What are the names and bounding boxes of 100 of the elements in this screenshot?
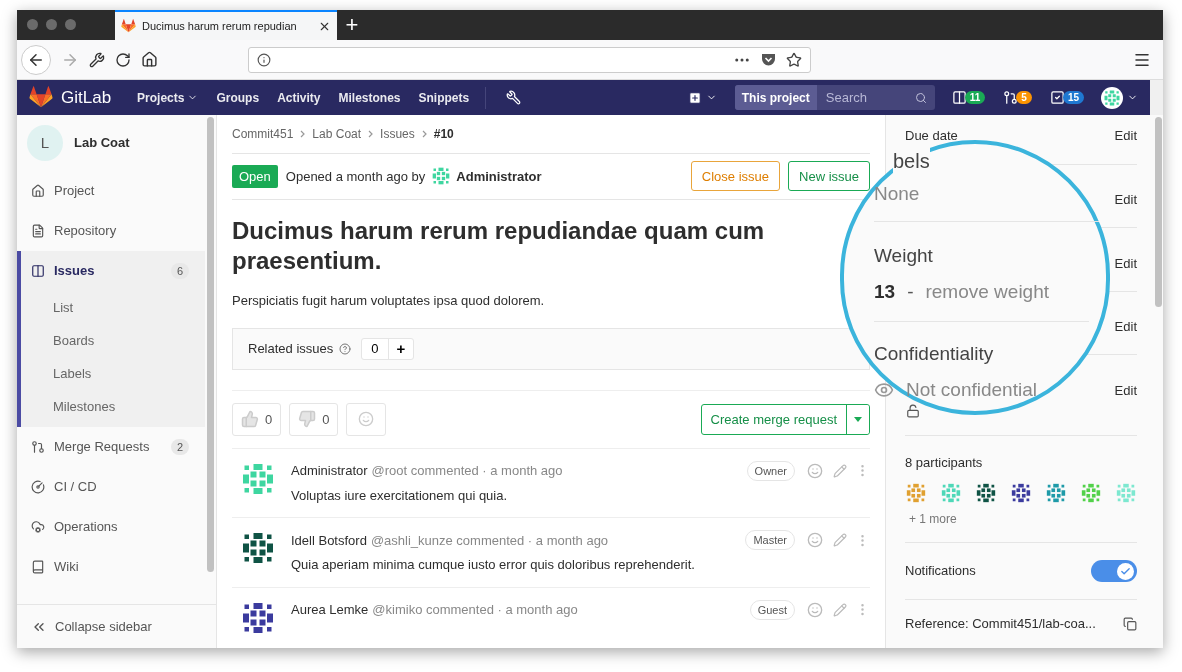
comment-meta: @kimiko commented · a month ago	[372, 601, 578, 620]
award-button[interactable]: 0	[289, 403, 339, 436]
project-name[interactable]: Lab Coat	[74, 133, 130, 153]
edit-link[interactable]: Edit	[1114, 190, 1137, 210]
notifications-label: Notifications	[905, 562, 976, 581]
breadcrumb-link[interactable]: Commit451	[232, 124, 294, 143]
search-field[interactable]: This project Search	[734, 85, 935, 110]
project-avatar: L	[27, 125, 63, 161]
star-icon[interactable]	[786, 51, 802, 68]
gitlab-logo	[29, 86, 53, 109]
nav-link[interactable]: Groups	[216, 88, 260, 107]
author-avatar	[431, 166, 452, 187]
weight-value: 13	[874, 280, 896, 304]
edit-icon[interactable]	[833, 533, 847, 548]
sidebar-item[interactable]: Wiki	[21, 547, 205, 587]
copy-icon[interactable]	[1123, 617, 1137, 632]
comment-body: Quia aperiam minima cumque iusto error quis doloribus reprehenderit.	[291, 556, 696, 575]
edit-link[interactable]: Edit	[1114, 317, 1137, 337]
breadcrumb-link[interactable]: Issues	[380, 124, 415, 143]
edit-link[interactable]: Edit	[1114, 253, 1137, 274]
info-icon[interactable]	[257, 52, 271, 67]
sidebar-item[interactable]: Operations	[21, 507, 205, 547]
issue-title: Ducimus harum rerum repudiandae quam cum praesentium.	[232, 216, 766, 277]
sidebar-subitem[interactable]: Boards	[21, 324, 205, 357]
count-badge: 2	[170, 439, 189, 455]
sidebar-subitem[interactable]: Labels	[21, 357, 205, 390]
weight-title: Weight	[874, 243, 934, 268]
nav-link[interactable]: Snippets	[418, 88, 470, 107]
add-reaction-icon[interactable]	[807, 532, 823, 549]
new-tab-button[interactable]: +	[337, 10, 367, 40]
browser-tab[interactable]: Ducimus harum rerum repudian	[115, 10, 337, 40]
smiley-icon	[358, 411, 375, 428]
merge-request-icon	[1003, 90, 1019, 105]
new-dropdown-button[interactable]	[687, 90, 717, 105]
labels-title: bels	[893, 146, 930, 176]
home-icon[interactable]	[141, 51, 158, 68]
more-participants-link[interactable]: + 1 more	[909, 509, 1137, 528]
issues-icon	[951, 90, 967, 105]
chevron-right-icon	[300, 129, 306, 138]
edit-icon[interactable]	[833, 464, 847, 478]
sidebar-item[interactable]: Repository	[21, 211, 205, 251]
add-related-button[interactable]: +	[388, 338, 414, 359]
count-badge: 15	[1062, 91, 1084, 104]
comment-author[interactable]: Aurea Lemke	[291, 600, 369, 620]
help-icon[interactable]	[339, 342, 352, 355]
check-icon	[1120, 565, 1131, 577]
search-scope[interactable]: This project	[734, 85, 817, 110]
count-badge: 11	[964, 91, 986, 104]
document-icon	[31, 224, 45, 238]
back-button[interactable]	[21, 44, 51, 75]
add-reaction-icon[interactable]	[807, 463, 823, 479]
book-icon	[31, 560, 45, 574]
add-reaction-icon[interactable]	[807, 602, 823, 618]
sidebar-subitem[interactable]: List	[21, 291, 205, 324]
search-icon[interactable]	[914, 91, 927, 104]
sidebar-item[interactable]: Merge Requests 2	[21, 427, 205, 467]
weight-separator: -	[907, 280, 914, 304]
chevron-right-icon	[368, 129, 374, 138]
caret-icon	[854, 417, 862, 422]
scrollbar[interactable]	[207, 117, 214, 572]
nav-link[interactable]: Activity	[277, 88, 321, 107]
unlocked-icon	[906, 403, 920, 418]
collapse-sidebar-button[interactable]: Collapse sidebar	[17, 604, 216, 648]
new-issue-button[interactable]: New issue	[788, 161, 870, 192]
comment-meta: @root commented · a month ago	[371, 462, 563, 481]
pocket-icon[interactable]	[761, 52, 776, 67]
due-date-label: Due date	[905, 126, 958, 145]
sidebar-subitem[interactable]: Milestones	[21, 390, 205, 423]
merge-request-icon	[31, 440, 45, 454]
nav-link[interactable]: Projects	[137, 88, 199, 107]
user-menu-button[interactable]	[1101, 86, 1138, 109]
sidebar-item[interactable]: Issues 6	[21, 251, 205, 291]
related-issues-title: Related issues	[248, 340, 334, 359]
comment-author[interactable]: Administrator	[291, 461, 368, 481]
brand-name[interactable]: GitLab	[61, 84, 112, 111]
edit-icon[interactable]	[833, 603, 847, 617]
chevron-right-icon	[421, 129, 427, 138]
sidebar-item[interactable]: Project	[21, 171, 205, 211]
participants-title: 8 participants	[905, 454, 983, 470]
add-reaction-button[interactable]	[346, 403, 387, 436]
reference-text: Reference: Commit451/lab-coa...	[905, 615, 1096, 634]
breadcrumb-link[interactable]: #10	[433, 124, 454, 143]
comment-author[interactable]: Idell Botsford	[291, 530, 367, 551]
sidebar-item[interactable]: CI / CD	[21, 467, 205, 507]
edit-link[interactable]: Edit	[1114, 125, 1137, 146]
counter-button[interactable]: 15	[1049, 90, 1084, 105]
related-count: 0	[362, 338, 389, 359]
reload-icon[interactable]	[115, 51, 131, 68]
scrollbar[interactable]	[1155, 117, 1162, 307]
notifications-toggle[interactable]	[1091, 560, 1137, 583]
confidentiality-value: Not confidential	[906, 378, 1037, 402]
labels-value: None	[874, 182, 921, 206]
breadcrumb-link[interactable]: Lab Coat	[312, 124, 362, 143]
wrench-icon[interactable]	[89, 51, 105, 68]
comment-body: Voluptas iure exercitationem qui quia.	[291, 487, 509, 505]
edit-link[interactable]: Edit	[1114, 380, 1137, 401]
award-button[interactable]: 0	[232, 403, 282, 436]
author-link[interactable]: Administrator	[456, 166, 542, 187]
comment-meta: @ashli_kunze commented · a month ago	[370, 531, 609, 550]
nav-link[interactable]: Milestones	[338, 88, 401, 107]
